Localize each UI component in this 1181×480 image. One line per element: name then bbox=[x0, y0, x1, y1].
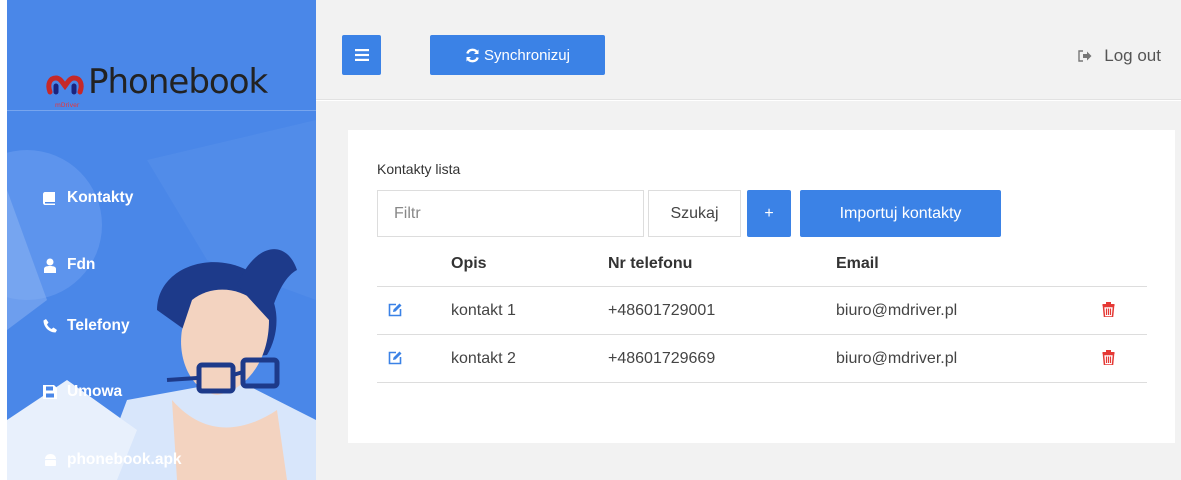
import-contacts-button[interactable]: Importuj kontakty bbox=[800, 190, 1001, 237]
sidebar-item-fdn[interactable]: Fdn bbox=[7, 245, 316, 285]
save-icon bbox=[37, 383, 63, 401]
cell-opis: kontakt 1 bbox=[451, 302, 516, 319]
sidebar-item-kontakty[interactable]: Kontakty bbox=[7, 178, 316, 218]
brand-name: Phonebook bbox=[88, 62, 268, 102]
mdriver-logo-icon bbox=[46, 75, 84, 95]
table-row: kontakt 2 +48601729669 biuro@mdriver.pl bbox=[377, 335, 1147, 383]
sign-out-icon bbox=[1078, 50, 1092, 62]
table-header: Opis Nr telefonu Email bbox=[377, 240, 1147, 287]
sidebar-item-label: Fdn bbox=[67, 256, 96, 273]
brand-divider bbox=[7, 110, 316, 111]
column-header-opis: Opis bbox=[451, 255, 487, 272]
top-bar: Synchronizuj Log out bbox=[316, 0, 1181, 100]
cell-email: biuro@mdriver.pl bbox=[836, 350, 958, 367]
sidebar-item-label: phonebook.apk bbox=[67, 451, 182, 468]
logout-link[interactable]: Log out bbox=[1078, 46, 1161, 66]
brand-sub: mDriver bbox=[55, 102, 80, 109]
cell-phone: +48601729001 bbox=[608, 302, 716, 319]
sidebar: Phonebook mDriver Kontakty Fdn Telefony bbox=[7, 0, 316, 480]
refresh-icon bbox=[465, 48, 480, 63]
sync-label: Synchronizuj bbox=[484, 46, 570, 64]
filter-input[interactable] bbox=[377, 190, 644, 237]
sidebar-item-label: Umowa bbox=[67, 383, 123, 400]
contacts-panel: Kontakty lista Szukaj + Importuj kontakt… bbox=[348, 130, 1175, 443]
trash-icon[interactable] bbox=[1102, 302, 1115, 322]
logout-label: Log out bbox=[1104, 46, 1161, 65]
cell-phone: +48601729669 bbox=[608, 350, 716, 367]
sidebar-item-label: Telefony bbox=[67, 317, 130, 334]
sidebar-item-telefony[interactable]: Telefony bbox=[7, 306, 316, 346]
search-button[interactable]: Szukaj bbox=[648, 190, 741, 237]
table-row: kontakt 1 +48601729001 biuro@mdriver.pl bbox=[377, 287, 1147, 335]
sidebar-item-label: Kontakty bbox=[67, 189, 134, 206]
column-header-phone: Nr telefonu bbox=[608, 255, 693, 272]
hamburger-icon bbox=[354, 49, 369, 61]
brand-logo: Phonebook mDriver bbox=[44, 62, 268, 109]
sidebar-item-phonebook-apk[interactable]: phonebook.apk bbox=[7, 440, 316, 480]
contacts-table: Opis Nr telefonu Email kontakt 1 +486017… bbox=[377, 240, 1147, 383]
menu-toggle-button[interactable] bbox=[342, 35, 381, 75]
cell-opis: kontakt 2 bbox=[451, 350, 516, 367]
trash-icon[interactable] bbox=[1102, 350, 1115, 370]
android-icon bbox=[37, 451, 63, 469]
phone-icon bbox=[37, 317, 63, 335]
book-icon bbox=[37, 189, 63, 207]
users-icon bbox=[37, 256, 63, 274]
sync-button[interactable]: Synchronizuj bbox=[430, 35, 605, 75]
add-contact-button[interactable]: + bbox=[747, 190, 791, 237]
sidebar-item-umowa[interactable]: Umowa bbox=[7, 372, 316, 412]
edit-icon[interactable] bbox=[388, 351, 402, 370]
edit-icon[interactable] bbox=[388, 303, 402, 322]
column-header-email: Email bbox=[836, 255, 879, 272]
panel-title: Kontakty lista bbox=[377, 161, 461, 177]
cell-email: biuro@mdriver.pl bbox=[836, 302, 958, 319]
